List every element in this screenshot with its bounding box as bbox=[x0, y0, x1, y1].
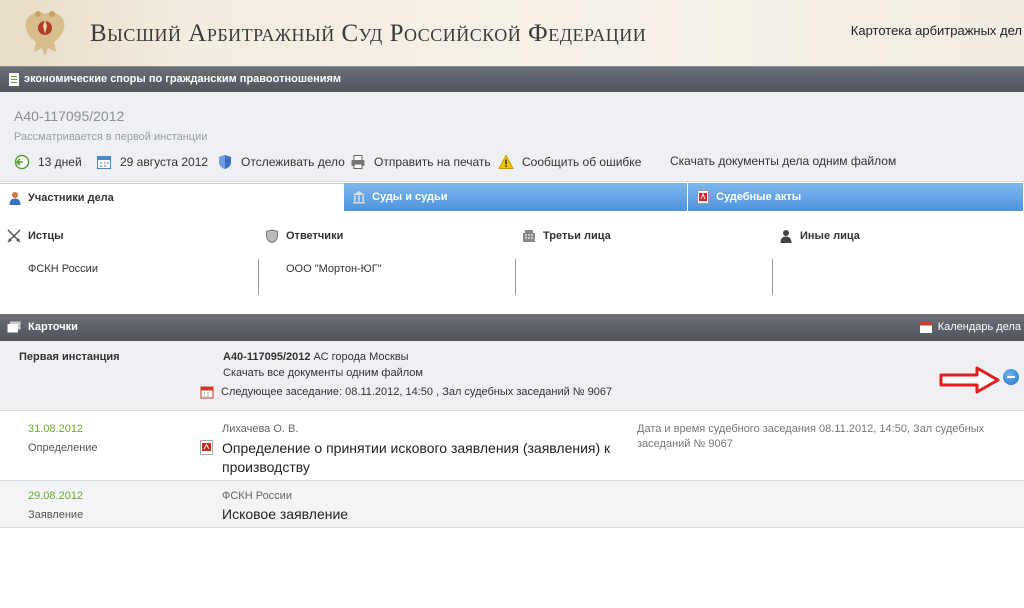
column-divider bbox=[515, 259, 516, 295]
defendants-header-label: Ответчики bbox=[286, 230, 344, 242]
calendar-icon bbox=[200, 386, 214, 399]
crossed-swords-icon bbox=[7, 229, 21, 243]
shield-icon bbox=[266, 229, 278, 243]
warning-icon bbox=[498, 154, 514, 169]
case-calendar-link[interactable]: Календарь дела bbox=[919, 320, 1021, 334]
download-label: Скачать документы дела одним файлом bbox=[670, 154, 897, 168]
other-persons-header-label: Иные лица bbox=[800, 230, 860, 242]
defendants-column: Ответчики ООО "Мортон-ЮГ" bbox=[258, 211, 516, 307]
calendar-icon bbox=[97, 156, 111, 169]
tabs: Участники дела Суды и судьи Судебные акт… bbox=[0, 183, 1024, 211]
tab-courts-label: Суды и судьи bbox=[372, 191, 448, 203]
category-label: экономические споры по гражданским право… bbox=[24, 73, 342, 85]
instance-case-number: А40-117095/2012 bbox=[223, 351, 311, 363]
column-divider bbox=[258, 259, 259, 295]
days-label: 13 дней bbox=[38, 155, 82, 169]
defendant-name[interactable]: ООО "Мортон-ЮГ" bbox=[286, 263, 382, 275]
document-title-link[interactable]: Определение о принятии искового заявлени… bbox=[222, 439, 622, 477]
instance-case: А40-117095/2012 АС города Москвы bbox=[223, 351, 409, 363]
cards-icon bbox=[7, 321, 21, 333]
building-icon bbox=[523, 230, 535, 242]
print-label: Отправить на печать bbox=[374, 155, 491, 169]
plaintiffs-header-label: Истцы bbox=[28, 230, 64, 242]
document-title-link[interactable]: Исковое заявление bbox=[222, 505, 348, 524]
next-hearing: Следующее заседание: 08.11.2012, 14:50 ,… bbox=[200, 385, 612, 399]
instance-title: Первая инстанция bbox=[19, 351, 120, 363]
defendants-header: Ответчики bbox=[265, 229, 343, 243]
download-all-link[interactable]: Скачать все документы одним файлом bbox=[223, 367, 423, 379]
pdf-icon bbox=[200, 440, 213, 455]
other-persons-header: Иные лица bbox=[779, 229, 860, 243]
tab-court-acts-label: Судебные акты bbox=[716, 191, 802, 203]
next-hearing-label: Следующее заседание: 08.11.2012, 14:50 ,… bbox=[221, 386, 613, 398]
document-author: Лихачева О. В. bbox=[222, 423, 299, 435]
download-case-button[interactable]: Скачать документы дела одним файлом bbox=[670, 154, 896, 168]
print-button[interactable]: Отправить на печать bbox=[350, 154, 491, 170]
track-case-button[interactable]: Отслеживать дело bbox=[217, 154, 345, 170]
arrow-right-icon bbox=[939, 366, 1000, 394]
cards-title: Карточки bbox=[28, 321, 78, 333]
parties-panel: Истцы ФСКН России Ответчики ООО "Мортон-… bbox=[0, 211, 1024, 307]
days-counter: 13 дней bbox=[14, 154, 82, 170]
shield-icon bbox=[219, 155, 231, 169]
instance-court: АС города Москвы bbox=[313, 351, 409, 363]
calendar-label: Календарь дела bbox=[937, 321, 1021, 333]
first-instance-card: Первая инстанция А40-117095/2012 АС горо… bbox=[0, 341, 1024, 411]
category-bar: экономические споры по гражданским право… bbox=[0, 66, 1024, 92]
plaintiffs-column: Истцы ФСКН России bbox=[0, 211, 258, 307]
site-header: Высший Арбитражный Суд Российской Федера… bbox=[0, 0, 1024, 66]
collapse-button[interactable] bbox=[1003, 369, 1019, 385]
report-label: Сообщить об ошибке bbox=[522, 155, 642, 169]
third-parties-header-label: Третьи лица bbox=[543, 230, 611, 242]
column-divider bbox=[772, 259, 773, 295]
printer-icon bbox=[351, 155, 365, 169]
document-row: 29.08.2012 Заявление ФСКН России Исковое… bbox=[0, 481, 1024, 528]
document-author: ФСКН России bbox=[222, 490, 292, 502]
person-icon bbox=[9, 191, 21, 205]
track-label: Отслеживать дело bbox=[241, 155, 345, 169]
case-number: А40-117095/2012 bbox=[14, 108, 125, 124]
person-icon bbox=[780, 230, 792, 243]
third-parties-column: Третьи лица bbox=[515, 211, 773, 307]
date-label: 29 августа 2012 bbox=[120, 155, 209, 169]
document-row: 31.08.2012 Определение Лихачева О. В. Оп… bbox=[0, 411, 1024, 481]
document-type: Заявление bbox=[28, 509, 84, 521]
document-icon bbox=[9, 73, 19, 86]
third-parties-header: Третьи лица bbox=[522, 229, 611, 243]
registration-date: 29 августа 2012 bbox=[96, 154, 208, 170]
courthouse-icon bbox=[353, 191, 365, 204]
tab-participants[interactable]: Участники дела bbox=[0, 183, 344, 211]
document-note: Дата и время судебного заседания 08.11.2… bbox=[637, 423, 985, 450]
tab-court-acts[interactable]: Судебные акты bbox=[688, 183, 1024, 211]
document-date: 29.08.2012 bbox=[28, 490, 84, 502]
clock-arrow-icon bbox=[14, 154, 30, 170]
site-title: Высший Арбитражный Суд Российской Федера… bbox=[90, 20, 647, 47]
calendar-icon bbox=[919, 322, 932, 333]
case-info: А40-117095/2012 Рассматривается в первой… bbox=[0, 92, 1024, 182]
coat-of-arms-icon bbox=[25, 11, 65, 57]
tab-participants-label: Участники дела bbox=[28, 191, 114, 204]
other-persons-column: Иные лица bbox=[772, 211, 1024, 307]
plaintiffs-header: Истцы bbox=[7, 229, 64, 243]
case-status: Рассматривается в первой инстанции bbox=[14, 131, 208, 143]
document-type: Определение bbox=[28, 442, 98, 454]
plaintiff-name[interactable]: ФСКН России bbox=[28, 263, 98, 275]
cards-bar: Карточки Календарь дела bbox=[0, 314, 1024, 341]
document-date: 31.08.2012 bbox=[28, 423, 84, 435]
tab-courts[interactable]: Суды и судьи bbox=[344, 183, 688, 211]
pdf-icon bbox=[697, 190, 709, 204]
case-archive-link[interactable]: Картотека арбитражных дел bbox=[851, 23, 1022, 38]
report-error-button[interactable]: Сообщить об ошибке bbox=[498, 154, 641, 170]
